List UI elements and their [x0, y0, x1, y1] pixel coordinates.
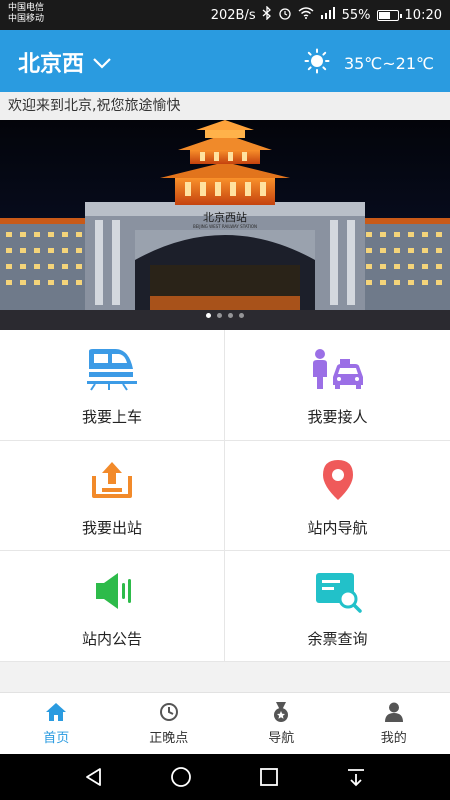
- station-sign: 北京西站: [203, 210, 247, 224]
- banner-carousel[interactable]: 北京西站 BEIJING WEST RAILWAY STATION: [0, 120, 450, 330]
- menu-station-notice[interactable]: 站内公告: [0, 551, 225, 662]
- carousel-indicator: [206, 313, 244, 318]
- carrier-2: 中国移动: [8, 14, 45, 24]
- menu-board-train[interactable]: 我要上车: [0, 330, 225, 441]
- bottom-tab-bar: 首页 正晚点 导航 我的: [0, 692, 450, 754]
- home-icon: [46, 703, 67, 721]
- clock-icon: [159, 703, 178, 721]
- recents-square-icon: [259, 768, 278, 786]
- menu-label: 我要出站: [81, 518, 142, 537]
- pickup-person-car-icon: [311, 342, 365, 396]
- menu-label: 站内导航: [307, 518, 368, 537]
- home-button[interactable]: [166, 762, 196, 792]
- speaker-icon: [85, 564, 139, 618]
- train-icon: [85, 342, 139, 396]
- home-circle-icon: [171, 767, 192, 787]
- station-sign-en: BEIJING WEST RAILWAY STATION: [193, 224, 257, 229]
- net-speed: 202B/s: [210, 7, 256, 23]
- weather-info: 35℃~21℃: [304, 48, 434, 78]
- status-bar: 中国电信 中国移动 202B/s 55% 10:20: [0, 0, 450, 30]
- menu-station-navigation[interactable]: 站内导航: [225, 441, 450, 552]
- battery-percent: 55%: [341, 7, 371, 23]
- exit-station-icon: [85, 453, 139, 507]
- carousel-dot[interactable]: [228, 313, 233, 318]
- system-nav-bar: [0, 754, 450, 800]
- menu-label: 我要上车: [81, 408, 142, 427]
- tab-profile[interactable]: 我的: [338, 693, 450, 754]
- tab-label: 导航: [268, 731, 295, 746]
- tab-label: 首页: [43, 731, 70, 746]
- chevron-down-icon: [92, 50, 112, 75]
- medal-icon: [274, 702, 289, 722]
- temperature-range: 35℃~21℃: [343, 53, 434, 73]
- menu-label: 余票查询: [307, 629, 368, 648]
- carousel-dot[interactable]: [239, 313, 244, 318]
- clock-time: 10:20: [404, 7, 442, 23]
- menu-label: 我要接人: [307, 408, 368, 427]
- notification-pulldown-button[interactable]: [341, 762, 371, 792]
- carrier-info: 中国电信 中国移动: [8, 3, 44, 25]
- back-triangle-icon: [85, 768, 101, 786]
- status-icons: 202B/s 55% 10:20: [210, 5, 442, 24]
- station-photo: 北京西站 BEIJING WEST RAILWAY STATION: [0, 120, 450, 330]
- pulldown-arrow-icon: [348, 769, 365, 787]
- wifi-icon: [298, 7, 314, 23]
- tab-delay-status[interactable]: 正晚点: [113, 693, 226, 754]
- menu-exit-station[interactable]: 我要出站: [0, 440, 225, 552]
- recents-button[interactable]: [254, 762, 284, 792]
- user-icon: [384, 702, 403, 722]
- function-grid: 我要上车 我要接人 我要出站 站内导航 站内公告 余票查询: [0, 330, 450, 662]
- signal-icon: [320, 7, 336, 23]
- city-selector[interactable]: 北京西: [18, 46, 112, 78]
- tab-label: 正晚点: [149, 731, 189, 746]
- alarm-icon: [278, 6, 292, 24]
- back-button[interactable]: [79, 762, 109, 792]
- carousel-dot[interactable]: [217, 313, 222, 318]
- menu-label: 站内公告: [81, 629, 142, 648]
- menu-pickup[interactable]: 我要接人: [225, 330, 450, 441]
- tab-navigation[interactable]: 导航: [225, 693, 338, 754]
- ticket-search-icon: [311, 564, 365, 618]
- tab-home[interactable]: 首页: [0, 693, 113, 754]
- tab-label: 我的: [380, 731, 407, 746]
- battery-icon: [376, 9, 402, 21]
- location-pin-icon: [311, 453, 365, 507]
- carousel-dot[interactable]: [206, 313, 211, 318]
- bluetooth-icon: [262, 5, 272, 24]
- welcome-message: 欢迎来到北京,祝您旅途愉快: [0, 92, 450, 120]
- city-name: 北京西: [18, 52, 85, 77]
- app-header: 北京西 35℃~21℃: [0, 30, 450, 92]
- carrier-1: 中国电信: [8, 3, 45, 13]
- sun-icon: [304, 48, 330, 78]
- menu-ticket-query[interactable]: 余票查询: [225, 551, 450, 662]
